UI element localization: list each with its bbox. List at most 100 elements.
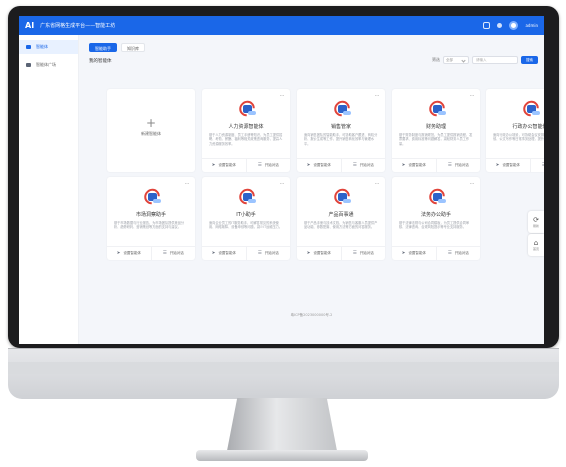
sidebar-item-label: 智能体	[36, 44, 48, 49]
more-icon[interactable]: …	[470, 180, 476, 186]
tab-knowledge-base[interactable]: 知识库	[121, 43, 145, 52]
app-title: 广东省网格生成平台——智能工坊	[40, 23, 116, 29]
chat-icon: ☰	[257, 163, 262, 168]
agent-card-actions: ➤设置智能体☰开始对话	[202, 246, 290, 260]
agent-card[interactable]: … 法务办公助手基于法律法规与公司合同模板，为员工提供合同审核、法律咨询、合规风险…	[392, 177, 480, 260]
notification-icon[interactable]	[497, 23, 503, 28]
send-icon: ➤	[306, 163, 311, 168]
top-bar: AI 广东省网格生成平台——智能工坊 admin	[19, 16, 544, 35]
start-chat-button[interactable]: ☰开始对话	[435, 159, 481, 172]
chat-icon: ☰	[162, 251, 167, 256]
sidebar-item-label: 智能体广场	[36, 62, 56, 67]
agent-name: 市场洞察助手	[135, 212, 166, 218]
plus-icon: +	[145, 116, 157, 130]
avatar[interactable]	[509, 21, 519, 30]
configure-agent-button[interactable]: ➤ 设置智能体	[392, 159, 436, 172]
monitor-stand	[226, 398, 338, 456]
configure-agent-label: 设置智能体	[313, 163, 331, 167]
app-screen: AI 广东省网格生成平台——智能工坊 admin 智能体 智能体广场 智能助手 …	[19, 16, 544, 344]
home-icon: ⌂	[533, 239, 539, 247]
search-input[interactable]: 请输入	[472, 56, 518, 64]
monitor-chin-band	[8, 362, 559, 374]
agent-description: 面向行政办公场景，可协助会议安排、办公用品申领、公文写作等日常事务处理，提升办公…	[493, 133, 544, 142]
start-chat-label: 开始对话	[264, 251, 279, 255]
chat-icon: ☰	[352, 163, 357, 168]
agent-card-actions: ➤设置智能体☰开始对话	[297, 246, 385, 260]
start-chat-button[interactable]: ☰开始对话	[245, 247, 291, 260]
start-chat-label: 开始对话	[169, 251, 184, 255]
agent-name: 人力资源智能体	[228, 124, 264, 130]
more-icon[interactable]: …	[375, 92, 381, 98]
start-chat-button[interactable]: ☰开始对话	[150, 247, 196, 260]
more-icon[interactable]: …	[470, 92, 476, 98]
agent-card-actions: ➤设置智能体☰开始对话	[202, 158, 290, 172]
agent-avatar-icon	[236, 97, 258, 120]
agent-card[interactable]: … 市场洞察助手基于市场数据与行业报告，为市场团队提供竞品分析、趋势研判、营销策划…	[107, 177, 195, 260]
agent-description: 基于产品手册与技术文档，为销售与客服人员提供产品功能、参数配置、使用方法等方面的…	[304, 221, 378, 230]
fullscreen-icon[interactable]	[483, 22, 491, 29]
configure-agent-button[interactable]: ➤ 设置智能体	[297, 247, 341, 260]
agent-card[interactable]: … 财务助理 基于财务制度与报销规范，为员工提供报销流程、发票要求、费用标准等问题解…	[392, 89, 480, 172]
agent-avatar-icon	[236, 185, 258, 208]
send-icon: ➤	[116, 251, 121, 256]
more-icon[interactable]: …	[375, 180, 381, 186]
agent-card[interactable]: …行政办公智能体面向行政办公场景，可协助会议安排、办公用品申领、公文写作等日常事…	[486, 89, 544, 172]
agent-description: 面向企业员工的IT服务助手，可解答常见的系统使用、网络故障、设备申领等问题，减少…	[209, 221, 283, 230]
send-icon: ➤	[401, 163, 406, 168]
send-icon: ➤	[211, 163, 216, 168]
footer-text: 粤ICP备2023000000号-2	[290, 313, 333, 317]
sidebar-item-agent-square[interactable]: 智能体广场	[19, 58, 78, 72]
configure-agent-button[interactable]: ➤ 设置智能体	[202, 159, 246, 172]
agent-card[interactable]: … 产品百事通基于产品手册与技术文档，为销售与客服人员提供产品功能、参数配置、使用…	[297, 177, 385, 260]
filter-bar: 筛选 全部 请输入 搜索	[432, 56, 538, 64]
agent-card-actions: ➤设置智能体☰开始对话	[297, 158, 385, 172]
tab-bar: 智能助手 知识库	[89, 43, 145, 52]
agent-description: 基于法律法规与公司合同模板，为员工提供合同审核、法律咨询、合规风险提示等专业支持…	[399, 221, 470, 230]
user-name[interactable]: admin	[525, 23, 538, 28]
monitor-mockup: AI 广东省网格生成平台——智能工坊 admin 智能体 智能体广场 智能助手 …	[0, 0, 566, 467]
search-button[interactable]: 搜索	[521, 56, 538, 64]
sidebar-item-agents[interactable]: 智能体	[19, 40, 78, 54]
agent-name: 法务办公助手	[420, 212, 451, 218]
configure-agent-label: 设置智能体	[408, 251, 426, 255]
start-chat-label: 开始对话	[359, 163, 374, 167]
start-chat-button[interactable]: ☰开始对话	[340, 247, 386, 260]
agent-card[interactable]: … 人力资源智能体基于人力资源制度、员工手册等知识，为员工提供招聘、考勤、薪酬、福…	[202, 89, 290, 172]
agent-description: 基于人力资源制度、员工手册等知识，为员工提供招聘、考勤、薪酬、福利等相关政策咨询…	[209, 133, 283, 146]
new-agent-card[interactable]: + 新建智能体	[107, 89, 195, 172]
agent-avatar-icon	[331, 97, 353, 120]
agent-card-actions: ➤设置智能体☰开始对话	[486, 158, 544, 172]
configure-agent-button[interactable]: ➤ 设置智能体	[202, 247, 246, 260]
home-button[interactable]: ⌂ 首页	[528, 234, 544, 256]
start-chat-button[interactable]: ☰开始对话	[245, 159, 291, 172]
agent-description: 基于市场数据与行业报告，为市场团队提供竞品分析、趋势研判、营销策划等方面的支持与…	[114, 221, 185, 230]
agent-avatar-icon	[426, 97, 448, 120]
configure-agent-label: 设置智能体	[502, 163, 520, 167]
more-icon[interactable]: …	[280, 180, 286, 186]
send-icon: ➤	[401, 251, 406, 256]
chat-icon: ☰	[541, 163, 544, 168]
tab-assistant[interactable]: 智能助手	[89, 43, 117, 52]
agent-name: 产品百事通	[328, 212, 354, 218]
refresh-button[interactable]: ⟳ 刷新	[528, 211, 544, 233]
agent-card[interactable]: … 销售管家 面向销售团队的智能助手，可协助客户跟进、商机分析、报价生成等工作，提升…	[297, 89, 385, 172]
start-chat-label: 开始对话	[454, 163, 469, 167]
configure-agent-button[interactable]: ➤ 设置智能体	[486, 159, 530, 172]
configure-agent-button[interactable]: ➤ 设置智能体	[107, 247, 151, 260]
filter-select[interactable]: 全部	[443, 56, 469, 64]
agent-card[interactable]: … IT小助手 面向企业员工的IT服务助手，可解答常见的系统使用、网络故障、设备申领…	[202, 177, 290, 260]
send-icon: ➤	[306, 251, 311, 256]
top-bar-actions: admin	[483, 21, 538, 30]
configure-agent-button[interactable]: ➤ 设置智能体	[297, 159, 341, 172]
start-chat-button[interactable]: ☰开始对话	[340, 159, 386, 172]
chat-icon: ☰	[352, 251, 357, 256]
configure-agent-button[interactable]: ➤ 设置智能体	[392, 247, 436, 260]
start-chat-button[interactable]: ☰开始对话	[435, 247, 481, 260]
agent-name: 行政办公智能体	[512, 124, 544, 130]
section-title: 我的智能体	[89, 59, 112, 64]
more-icon[interactable]: …	[280, 92, 286, 98]
more-icon[interactable]: …	[185, 180, 191, 186]
start-chat-label: 开始对话	[454, 251, 469, 255]
start-chat-button[interactable]: ☰开始对话	[529, 159, 544, 172]
start-chat-label: 开始对话	[359, 251, 374, 255]
